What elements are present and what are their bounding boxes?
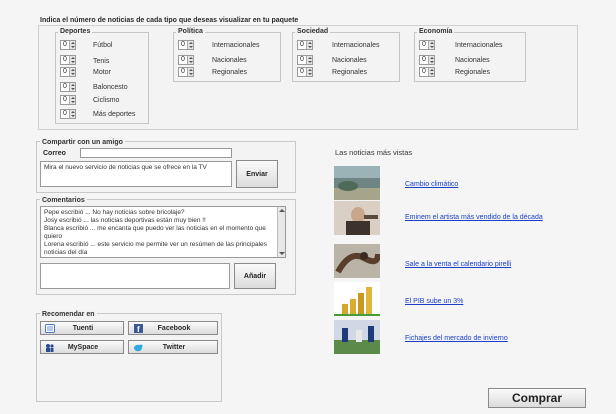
spinner-sociedad-internacionales[interactable]: 0 (297, 40, 313, 50)
tuenti-label: Tuenti (72, 324, 94, 332)
news-link-5[interactable]: Fichajes del mercado de invierno (405, 334, 508, 343)
comment-line: Lorena escribió ... este servicio me per… (44, 241, 267, 256)
label-politica-internacionales: Internacionales (212, 42, 260, 49)
tuenti-icon (43, 322, 57, 334)
spinner-economia-regionales[interactable]: 0 (419, 67, 435, 77)
calendar-thumbnail[interactable] (334, 244, 381, 278)
spinner-futbol[interactable]: 0 (60, 40, 76, 50)
spinner-arrows-icon[interactable] (69, 68, 75, 76)
spinner-ciclismo[interactable]: 0 (60, 95, 76, 105)
label-politica-regionales: Regionales (212, 69, 248, 76)
comments-list[interactable]: Pepe escribió ... No hay noticias sobre … (40, 206, 286, 258)
group-politica-title: Política (176, 27, 205, 36)
spinner-politica-regionales[interactable]: 0 (178, 67, 194, 77)
label-sociedad-regionales: Regionales (332, 69, 368, 76)
news-link-3[interactable]: Sale a la venta el calendario pirelli (405, 260, 511, 269)
label-ciclismo: Ciclismo (93, 97, 120, 104)
myspace-label: MySpace (67, 343, 99, 351)
facebook-button[interactable]: f Facebook (128, 321, 218, 335)
comment-line: Josy escribió ... las noticias deportiva… (44, 217, 206, 224)
singer-thumbnail[interactable] (334, 201, 380, 235)
spinner-arrows-icon[interactable] (69, 56, 75, 64)
spinner-mas-deportes[interactable]: 0 (60, 109, 76, 119)
spinner-economia-internacionales[interactable]: 0 (419, 40, 435, 50)
spinner-arrows-icon[interactable] (69, 96, 75, 104)
svg-text:f: f (137, 325, 140, 333)
app-window: Indica el número de noticias de cada tip… (0, 0, 616, 414)
spinner-politica-internacionales[interactable]: 0 (178, 40, 194, 50)
spinner-arrows-icon[interactable] (187, 56, 193, 64)
label-politica-nacionales: Nacionales (212, 57, 247, 64)
label-mas-deportes: Más deportes (93, 111, 136, 118)
spinner-arrows-icon[interactable] (69, 41, 75, 49)
football-thumbnail[interactable] (334, 320, 380, 354)
spinner-baloncesto[interactable]: 0 (60, 82, 76, 92)
label-baloncesto: Baloncesto (93, 84, 128, 91)
facebook-icon: f (131, 322, 145, 334)
tuenti-button[interactable]: Tuenti (40, 321, 124, 335)
add-comment-button[interactable]: Añadir (234, 263, 276, 289)
spinner-arrows-icon[interactable] (187, 68, 193, 76)
spinner-arrows-icon[interactable] (428, 41, 434, 49)
label-motor: Motor (93, 69, 111, 76)
myspace-icon (43, 341, 57, 353)
news-link-1[interactable]: Cambio climático (405, 180, 458, 189)
label-sociedad-nacionales: Nacionales (332, 57, 367, 64)
group-deportes-title: Deportes (58, 27, 93, 36)
send-button[interactable]: Enviar (236, 160, 278, 188)
spinner-arrows-icon[interactable] (187, 41, 193, 49)
spinner-arrows-icon[interactable] (306, 68, 312, 76)
news-link-2[interactable]: Eminem el artista más vendido de la déca… (405, 213, 543, 222)
label-tenis: Tenis (93, 58, 110, 65)
label-sociedad-internacionales: Internacionales (332, 42, 380, 49)
comments-scrollbar[interactable] (277, 207, 285, 257)
twitter-icon (131, 341, 145, 353)
group-economia-title: Economía (417, 27, 455, 36)
spinner-tenis[interactable]: 0 (60, 55, 76, 65)
comment-line: Pepe escribió ... No hay noticias sobre … (44, 209, 185, 216)
comment-input[interactable] (40, 263, 230, 289)
landscape-thumbnail[interactable] (334, 166, 380, 200)
recommend-title: Recomendar en (40, 310, 97, 319)
page-title: Indica el número de noticias de cada tip… (40, 17, 299, 24)
spinner-motor[interactable]: 0 (60, 67, 76, 77)
group-sociedad-title: Sociedad (295, 27, 331, 36)
spinner-arrows-icon[interactable] (428, 68, 434, 76)
news-title: Las noticias más vistas (335, 148, 413, 157)
label-economia-internacionales: Internacionales (455, 42, 503, 49)
spinner-politica-nacionales[interactable]: 0 (178, 55, 194, 65)
spinner-sociedad-nacionales[interactable]: 0 (297, 55, 313, 65)
twitter-button[interactable]: Twitter (128, 340, 218, 354)
twitter-label: Twitter (162, 343, 186, 351)
share-message-field[interactable]: Mira el nuevo servicio de noticias que s… (40, 161, 232, 187)
buy-button[interactable]: Comprar (488, 388, 586, 408)
myspace-button[interactable]: MySpace (40, 340, 124, 354)
email-field[interactable] (80, 148, 232, 158)
facebook-label: Facebook (157, 324, 191, 332)
label-economia-nacionales: Nacionales (455, 57, 490, 64)
scroll-up-icon[interactable] (279, 209, 285, 212)
spinner-arrows-icon[interactable] (69, 83, 75, 91)
scroll-down-icon[interactable] (279, 252, 285, 255)
label-economia-regionales: Regionales (455, 69, 491, 76)
label-futbol: Fútbol (93, 42, 113, 49)
share-title: Compartir con un amigo (40, 138, 125, 147)
spinner-arrows-icon[interactable] (428, 56, 434, 64)
spinner-economia-nacionales[interactable]: 0 (419, 55, 435, 65)
spinner-arrows-icon[interactable] (306, 41, 312, 49)
spinner-arrows-icon[interactable] (306, 56, 312, 64)
comment-line: Blanca escribió ... me encanta que puedo… (44, 225, 266, 240)
comments-title: Comentarios (40, 196, 87, 205)
news-link-4[interactable]: El PIB sube un 3% (405, 297, 463, 306)
email-label: Correo (43, 150, 66, 157)
coins-thumbnail[interactable] (334, 282, 380, 316)
spinner-sociedad-regionales[interactable]: 0 (297, 67, 313, 77)
spinner-arrows-icon[interactable] (69, 110, 75, 118)
